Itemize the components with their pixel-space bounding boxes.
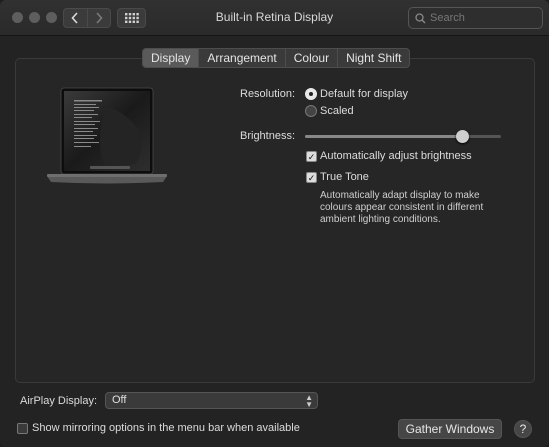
- close-window-button[interactable]: [12, 12, 23, 23]
- resolution-scaled-label[interactable]: Scaled: [320, 105, 354, 117]
- window-title: Built-in Retina Display: [215, 10, 334, 24]
- minimize-window-button[interactable]: [29, 12, 40, 23]
- laptop-illustration: [47, 87, 167, 184]
- tab-bar: Display Arrangement Colour Night Shift: [142, 48, 411, 68]
- tab-display[interactable]: Display: [143, 49, 199, 67]
- system-preferences-window: Built-in Retina Display Search Display A…: [0, 0, 549, 447]
- true-tone-checkbox[interactable]: ✓: [306, 172, 317, 183]
- chevron-left-icon: [71, 12, 78, 24]
- chevron-right-icon: [96, 12, 103, 24]
- mirroring-options-label[interactable]: Show mirroring options in the menu bar w…: [32, 422, 300, 434]
- resolution-default-radio[interactable]: [305, 88, 317, 100]
- brightness-slider-knob[interactable]: [455, 130, 469, 143]
- up-down-arrows-icon: ▲ ▼: [305, 393, 313, 409]
- search-field[interactable]: Search: [408, 7, 543, 29]
- search-icon: [415, 12, 426, 23]
- mirroring-options-checkbox[interactable]: ✓: [17, 423, 28, 434]
- resolution-default-label[interactable]: Default for display: [320, 88, 408, 100]
- brightness-slider-fill: [305, 135, 462, 138]
- search-placeholder: Search: [430, 12, 465, 24]
- true-tone-label[interactable]: True Tone: [320, 171, 369, 183]
- grid-icon: [124, 13, 139, 23]
- true-tone-description: Automatically adapt display to make colo…: [320, 190, 484, 225]
- airplay-display-value: Off: [112, 394, 127, 406]
- forward-button[interactable]: [86, 9, 111, 27]
- zoom-window-button[interactable]: [46, 12, 57, 23]
- airplay-display-select[interactable]: Off ▲ ▼: [105, 392, 318, 409]
- navigation-buttons: [63, 8, 111, 28]
- title-bar: Built-in Retina Display Search: [0, 0, 549, 36]
- brightness-slider[interactable]: [305, 130, 501, 143]
- help-button[interactable]: ?: [514, 420, 532, 438]
- auto-brightness-label[interactable]: Automatically adjust brightness: [320, 150, 472, 162]
- back-button[interactable]: [64, 9, 87, 27]
- gather-windows-button[interactable]: Gather Windows: [398, 419, 502, 439]
- tab-colour[interactable]: Colour: [284, 49, 337, 67]
- auto-brightness-checkbox[interactable]: ✓: [306, 151, 317, 162]
- airplay-display-label: AirPlay Display:: [20, 395, 98, 407]
- brightness-label: Brightness:: [240, 130, 296, 142]
- tab-arrangement[interactable]: Arrangement: [198, 49, 284, 67]
- resolution-label: Resolution:: [240, 88, 296, 100]
- resolution-scaled-radio[interactable]: [305, 105, 317, 117]
- tab-night-shift[interactable]: Night Shift: [337, 49, 409, 67]
- show-all-button[interactable]: [117, 8, 146, 28]
